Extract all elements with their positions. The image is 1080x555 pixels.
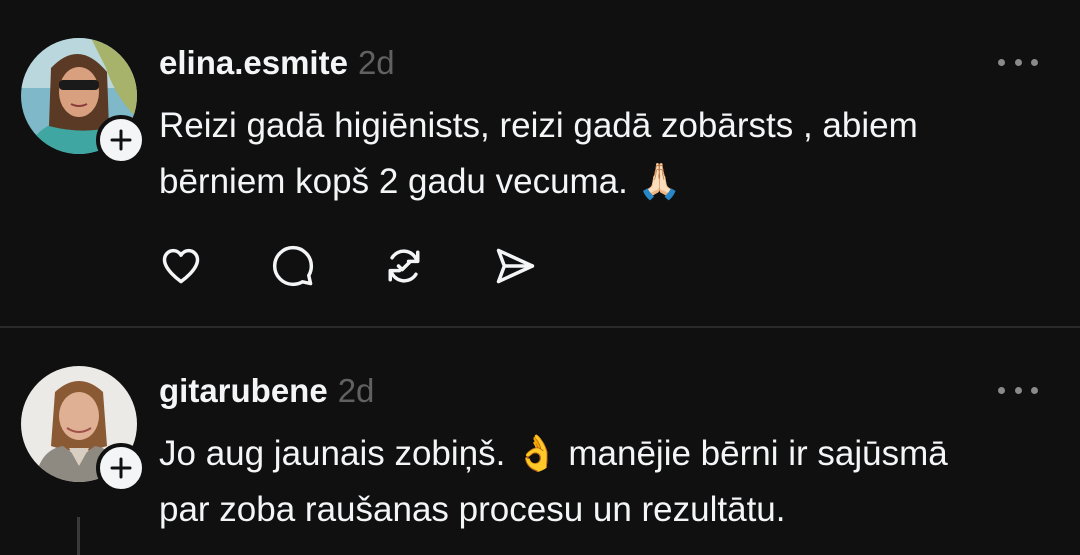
dot <box>1031 386 1038 394</box>
post-divider <box>0 326 1080 328</box>
thread-post-1: elina.esmite 2d Reizi gadā higiēnists, re… <box>0 0 1080 327</box>
comment-button[interactable] <box>270 243 316 289</box>
post-text: Reizi gadā higiēnists, reizi gadā zobārs… <box>159 98 1059 210</box>
timestamp: 2d <box>357 44 395 81</box>
post-header: gitarubene 2d <box>159 372 374 410</box>
post-header: elina.esmite 2d <box>159 44 395 82</box>
repost-icon <box>388 249 420 283</box>
follow-button[interactable] <box>96 115 146 165</box>
post-text-line: par zoba raušanas procesu un rezultātu. <box>159 490 786 529</box>
plus-icon <box>110 457 132 479</box>
comment-icon <box>272 245 314 287</box>
dot <box>1031 58 1038 66</box>
timestamp: 2d <box>337 372 375 409</box>
share-icon <box>496 248 535 284</box>
post-text-line: Reizi gadā higiēnists, reizi gadā zobārs… <box>159 106 918 145</box>
post-text-line: bērniem kopš 2 gadu vecuma. 🙏🏻 <box>159 162 682 201</box>
post-text-line: Jo aug jaunais zobiņš. 👌 manējie bērni i… <box>159 434 948 473</box>
more-options-button[interactable] <box>998 52 1038 72</box>
post-text: Jo aug jaunais zobiņš. 👌 manējie bērni i… <box>159 426 1059 538</box>
share-button[interactable] <box>492 243 538 289</box>
thread-connector-line <box>77 517 80 555</box>
heart-icon <box>162 248 200 284</box>
follow-button[interactable] <box>96 443 146 493</box>
username[interactable]: elina.esmite <box>159 44 348 81</box>
username[interactable]: gitarubene <box>159 372 328 409</box>
dot <box>998 386 1005 394</box>
dot <box>1014 386 1022 394</box>
repost-button[interactable] <box>381 243 427 289</box>
like-button[interactable] <box>158 243 204 289</box>
dot <box>998 58 1005 66</box>
more-options-button[interactable] <box>998 380 1038 400</box>
dot <box>1014 58 1022 66</box>
plus-icon <box>110 129 132 151</box>
